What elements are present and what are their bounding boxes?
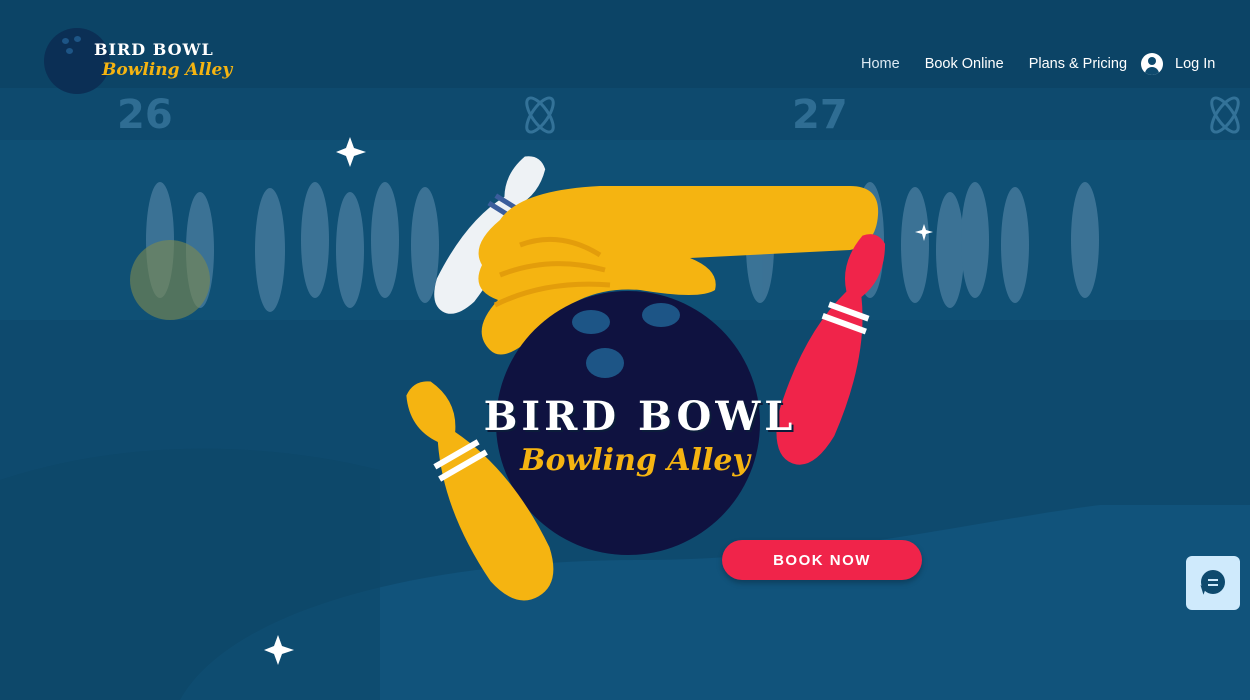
user-avatar-icon [1141, 53, 1164, 75]
login-label: Log In [1175, 56, 1216, 72]
sparkle-icon [915, 224, 933, 241]
book-now-button[interactable]: BOOK NOW [722, 540, 922, 580]
site-logo[interactable]: BIRD BOWL Bowling Alley [44, 28, 234, 98]
chat-widget-button[interactable] [1186, 556, 1240, 610]
login-button[interactable]: Log In [1141, 53, 1215, 75]
nav-item-book-online[interactable]: Book Online [925, 56, 1004, 72]
nav-item-plans-pricing[interactable]: Plans & Pricing [1029, 56, 1127, 72]
sparkle-icon [336, 137, 366, 167]
hero-title: BIRD BOWL [483, 393, 797, 440]
main-nav: Home Book Online Plans & Pricing Log In [861, 52, 1215, 76]
site-header: BIRD BOWL Bowling Alley Home Book Online… [0, 0, 1250, 120]
logo-ball-icon [44, 28, 110, 94]
logo-subtitle: Bowling Alley [102, 60, 233, 80]
hero-subtitle: Bowling Alley [520, 443, 750, 478]
sparkle-icon [264, 635, 294, 665]
nav-item-home[interactable]: Home [861, 56, 900, 72]
logo-title: BIRD BOWL [94, 40, 214, 59]
chat-icon [1201, 570, 1225, 594]
